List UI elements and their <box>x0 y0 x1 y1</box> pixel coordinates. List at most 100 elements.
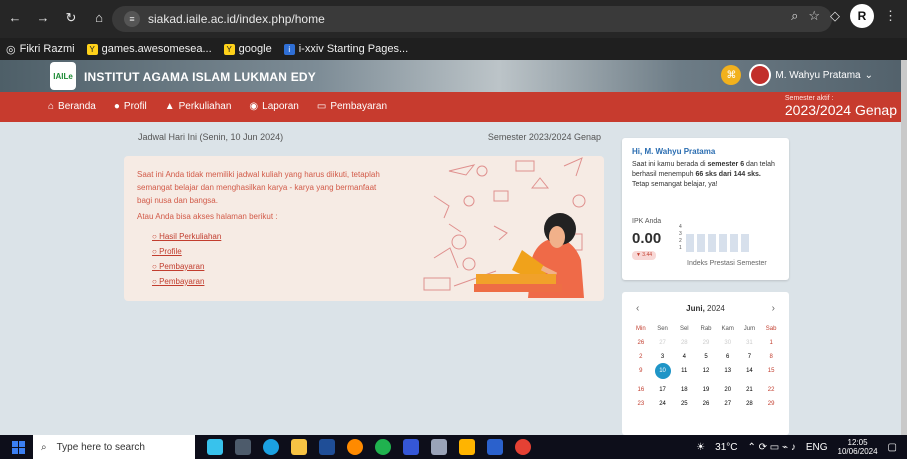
browser-navigation: ← → ↻ ⌂ <box>8 10 106 26</box>
schedule-notice: Saat ini Anda tidak memiliki jadwal kuli… <box>124 156 604 301</box>
windows-start-icon[interactable] <box>12 440 25 454</box>
ipk-change-badge: ▼ 3.44 <box>632 251 656 260</box>
firefox-icon[interactable] <box>347 439 363 455</box>
user-name: M. Wahyu Pratama <box>775 69 861 81</box>
app-icon[interactable] <box>459 439 475 455</box>
chart-bar <box>708 234 716 252</box>
link-profile[interactable]: Profile <box>152 244 221 259</box>
report-icon: ◉ <box>249 101 259 112</box>
bookmark-item[interactable]: ◎ Fikri Razmi <box>6 43 75 56</box>
taskbar-app-icons <box>207 439 531 455</box>
link-pembayaran-2[interactable]: Pembayaran <box>152 274 221 289</box>
website: IAILe INSTITUT AGAMA ISLAM LUKMAN EDY ⌘ … <box>0 60 907 435</box>
semester-bars <box>686 226 774 252</box>
home-icon[interactable]: ⌂ <box>92 10 106 26</box>
site-info-icon[interactable]: ≡ <box>124 11 140 27</box>
weather-text[interactable]: 31°C <box>715 442 737 453</box>
menu-item-pembayaran[interactable]: ▭ Pembayaran <box>317 101 387 112</box>
institution-logo: IAILe <box>50 62 76 90</box>
schedule-semester: Semester 2023/2024 Genap <box>487 132 601 142</box>
ipk-value: 0.00 <box>632 230 662 247</box>
chevron-down-icon: ⌄ <box>864 69 873 81</box>
schedule-title: Jadwal Hari Ini (Senin, 10 Jun 2024) <box>138 132 284 142</box>
weather-icon[interactable]: ☀ <box>696 442 705 453</box>
browser-toolbar: ← → ↻ ⌂ ≡ siakad.iaile.ac.id/index.php/h… <box>0 0 907 38</box>
menu-item-beranda[interactable]: ⌂ Beranda <box>48 101 96 112</box>
profile-icon[interactable]: R <box>850 4 874 28</box>
bookmarks-bar: ◎ Fikri Razmi Ygames.awesomesea... Ygoogl… <box>0 38 907 60</box>
system-tray: ☀ 31°C ⌃ ⟳ ▭ ⌁ ♪ ENG 12:05 10/06/2024 ▢ <box>696 435 897 459</box>
chart-bar <box>730 234 738 252</box>
app-icon[interactable] <box>403 439 419 455</box>
chart-ticks: 4 3 2 1 <box>679 224 682 251</box>
clock[interactable]: 12:05 10/06/2024 <box>838 438 878 456</box>
bookmark-item[interactable]: i i-xxiv Starting Pages... <box>283 43 408 55</box>
windows-taskbar: ⌕ Type here to search ☀ 31°C ⌃ ⟳ ▭ ⌁ ♪ E… <box>0 435 907 459</box>
access-text: Atau Anda bisa akses halaman berikut : <box>137 212 278 221</box>
chart-bar <box>686 234 694 252</box>
reload-icon[interactable]: ↻ <box>64 10 78 26</box>
chart-label: Indeks Prestasi Semester <box>687 260 767 267</box>
search-icon: ⌕ <box>41 441 47 453</box>
chrome-icon[interactable] <box>515 439 531 455</box>
browser-actions: ⌕ ☆ ◇ R ⋮ <box>791 4 897 28</box>
address-bar[interactable]: ≡ siakad.iaile.ac.id/index.php/home <box>112 6 832 32</box>
user-menu[interactable]: M. Wahyu Pratama ⌄ <box>749 64 873 86</box>
language-label[interactable]: ENG <box>806 442 828 453</box>
link-pembayaran[interactable]: Pembayaran <box>152 259 221 274</box>
store-icon[interactable] <box>319 439 335 455</box>
quick-links: Hasil Perkuliahan Profile Pembayaran Pem… <box>152 229 221 289</box>
yellow-bookmark-icon: Y <box>223 43 235 55</box>
chart-bar <box>719 234 727 252</box>
yellow-bookmark-icon: Y <box>86 43 98 55</box>
home-icon: ⌂ <box>48 101 55 112</box>
menu-item-laporan[interactable]: ◉ Laporan <box>249 101 298 112</box>
app-icon[interactable] <box>207 439 223 455</box>
menu-item-profil[interactable]: ● Profil <box>114 101 147 112</box>
active-semester: Semester aktif : 2023/2024 Genap <box>784 95 897 118</box>
student-illustration <box>423 157 586 298</box>
page-scrollbar[interactable] <box>901 60 907 435</box>
main-menu: ⌂ Beranda ● Profil ▲ Perkuliahan ◉ Laporan ▭… <box>0 92 907 122</box>
bookmark-item[interactable]: Ygames.awesomesea... <box>86 43 212 55</box>
institution-name: INSTITUT AGAMA ISLAM LUKMAN EDY <box>84 70 316 84</box>
graduation-cap-icon: ▲ <box>164 101 175 112</box>
calendar-month: Juni, 2024 <box>686 304 725 313</box>
bookmark-star-icon[interactable]: ☆ <box>808 8 820 24</box>
more-icon[interactable]: ⋮ <box>884 8 897 24</box>
chart-bar <box>697 234 705 252</box>
url-text: siakad.iaile.ac.id/index.php/home <box>148 12 325 26</box>
profile-summary-card: Hi, M. Wahyu Pratama Saat ini kamu berad… <box>622 138 789 280</box>
folder-icon[interactable] <box>291 439 307 455</box>
chrome-icon[interactable] <box>375 439 391 455</box>
notice-text: Saat ini Anda tidak memiliki jadwal kuli… <box>137 170 380 205</box>
badge-icon[interactable]: ⌘ <box>721 65 742 85</box>
student-info: Saat ini kamu berada di semester 6 dan t… <box>632 161 775 188</box>
user-area: ⌘ M. Wahyu Pratama ⌄ <box>721 64 873 86</box>
word-icon[interactable] <box>487 439 503 455</box>
tray-icons[interactable]: ⌃ ⟳ ▭ ⌁ ♪ <box>747 442 795 453</box>
app-icon[interactable] <box>431 439 447 455</box>
calendar-next-icon[interactable]: › <box>772 303 775 314</box>
chart-bar <box>741 234 749 252</box>
site-header: IAILe INSTITUT AGAMA ISLAM LUKMAN EDY ⌘ … <box>0 60 907 92</box>
forward-icon[interactable]: → <box>36 10 50 26</box>
bookmark-item[interactable]: Ygoogle <box>223 43 272 55</box>
today-date[interactable]: 10 <box>654 363 671 379</box>
taskbar-search-input[interactable]: ⌕ Type here to search <box>33 435 195 459</box>
task-view-icon[interactable] <box>235 439 251 455</box>
greeting: Hi, M. Wahyu Pratama <box>632 147 716 156</box>
zoom-icon[interactable]: ⌕ <box>791 8 798 24</box>
edge-icon[interactable] <box>263 439 279 455</box>
payment-icon: ▭ <box>316 101 327 112</box>
globe-icon: ◎ <box>6 43 16 56</box>
extensions-icon[interactable]: ◇ <box>830 8 840 24</box>
user-icon: ● <box>113 101 120 112</box>
schedule-panel: Jadwal Hari Ini (Senin, 10 Jun 2024) Sem… <box>116 132 611 306</box>
menu-item-perkuliahan[interactable]: ▲ Perkuliahan <box>165 101 232 112</box>
notifications-icon[interactable]: ▢ <box>888 442 897 453</box>
link-hasil-perkuliahan[interactable]: Hasil Perkuliahan <box>152 229 221 244</box>
calendar-grid: Min Sen Sel Rab Kam Jum Sab 26 27 28 29 30 31 1 2345… <box>636 326 777 407</box>
back-icon[interactable]: ← <box>8 10 22 26</box>
calendar-widget: ‹ Juni, 2024 › Min Sen Sel Rab Kam Jum Sab 26 2… <box>622 292 789 435</box>
